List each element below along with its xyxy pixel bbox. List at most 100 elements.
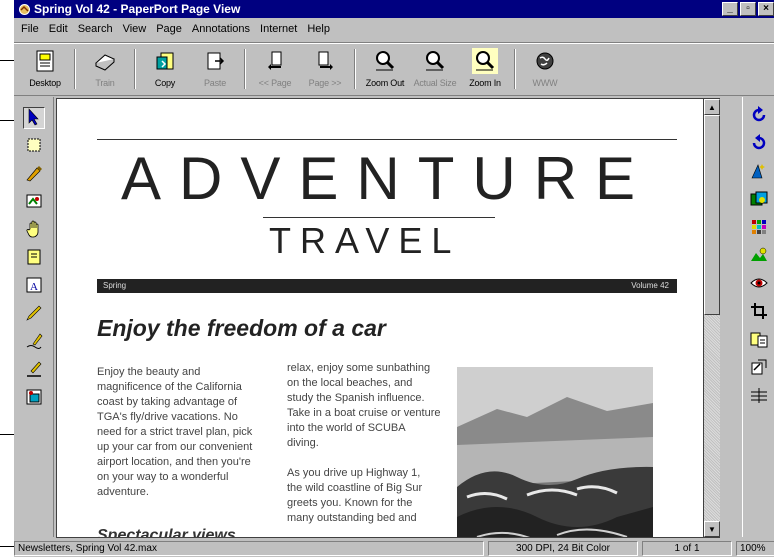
previous-page-button[interactable]: << Page (250, 43, 300, 95)
straighten-button[interactable] (747, 385, 771, 407)
article-subhead: Spectacular views (97, 527, 236, 538)
menu-view[interactable]: View (118, 23, 152, 35)
down-arrow-icon: ▼ (708, 524, 716, 534)
article-column-1: Enjoy the beauty and magnificence of the… (97, 366, 253, 498)
next-page-button[interactable]: Page >> (300, 43, 350, 95)
zoom-out-icon (372, 48, 398, 74)
issue-band: Spring Volume 42 (97, 279, 677, 293)
convert-button[interactable] (747, 357, 771, 379)
scroll-down-button[interactable]: ▼ (704, 521, 720, 537)
app-icon[interactable] (17, 2, 31, 16)
callout-leader-line (0, 546, 14, 547)
close-button[interactable]: × (758, 2, 774, 16)
next-page-label: Page >> (308, 78, 342, 88)
issue-season: Spring (103, 281, 127, 290)
copy-button[interactable]: Copy (140, 43, 190, 95)
rotate-clockwise-button[interactable] (747, 105, 771, 127)
www-label: WWW (532, 78, 558, 88)
menu-edit[interactable]: Edit (44, 23, 73, 35)
scroll-thumb[interactable] (704, 115, 720, 315)
copy-label: Copy (154, 78, 176, 88)
sharpen-button[interactable] (747, 161, 771, 183)
straight-line-tool[interactable] (23, 359, 45, 381)
status-zoom: 100% (736, 541, 774, 556)
issue-volume: Volume 42 (631, 281, 669, 290)
masthead-title: ADVENTURE (121, 145, 654, 212)
image-tool[interactable] (23, 191, 45, 213)
select-rectangle-tool[interactable] (23, 135, 45, 157)
title-bar: Spring Vol 42 - PaperPort Page View _ ▫ … (14, 0, 774, 18)
stamp-tool[interactable] (23, 387, 45, 409)
image-tool-icon (25, 192, 43, 213)
rotate-counterclockwise-button[interactable] (747, 133, 771, 155)
article-headline: Enjoy the freedom of a car (97, 315, 386, 341)
train-button[interactable]: Train (80, 43, 130, 95)
highlighter-tool[interactable] (23, 163, 45, 185)
copy-icon (152, 48, 178, 74)
scroll-up-button[interactable]: ▲ (704, 99, 720, 115)
globe-icon (532, 48, 558, 74)
zoom-in-button[interactable]: Zoom In (460, 43, 510, 95)
callout-leader-line (0, 120, 14, 121)
rotate-counterclockwise-icon (750, 133, 768, 155)
freehand-line-tool[interactable] (23, 331, 45, 353)
color-grid-button[interactable] (747, 217, 771, 239)
select-arrow-tool[interactable] (23, 107, 45, 129)
sharpen-icon (750, 162, 768, 183)
crop-icon (750, 302, 768, 323)
toolbar-separator (514, 49, 516, 89)
callout-leader-line (0, 434, 14, 435)
previous-page-label: << Page (258, 78, 292, 88)
image-tools-toolbar (742, 97, 774, 537)
top-rule (97, 139, 677, 140)
actual-size-button[interactable]: Actual Size (410, 43, 460, 95)
color-grid-icon (750, 218, 768, 239)
text-tool[interactable]: A (23, 275, 45, 297)
zoom-out-button[interactable]: Zoom Out (360, 43, 410, 95)
menu-annotations[interactable]: Annotations (187, 23, 255, 35)
stamp-icon (25, 388, 43, 409)
convert-icon (750, 358, 768, 379)
brightness-button[interactable] (747, 245, 771, 267)
minimize-button[interactable]: _ (722, 2, 738, 16)
status-bar: Newsletters, Spring Vol 42.max 300 DPI, … (14, 540, 774, 557)
select-arrow-icon (26, 107, 42, 129)
note-tool[interactable] (23, 247, 45, 269)
menu-page[interactable]: Page (151, 23, 187, 35)
crop-button[interactable] (747, 301, 771, 323)
svg-text:A: A (30, 281, 38, 293)
enhance-image-button[interactable] (747, 189, 771, 211)
red-eye-icon (750, 274, 768, 295)
masthead-subtitle: TRAVEL (269, 220, 461, 261)
note-icon (25, 248, 43, 269)
pen-tool[interactable] (23, 303, 45, 325)
previous-page-icon (262, 48, 288, 74)
zoom-in-icon (472, 48, 498, 74)
toolbar-separator (244, 49, 246, 89)
paste-icon (202, 48, 228, 74)
toolbar-separator (354, 49, 356, 89)
menu-search[interactable]: Search (73, 23, 118, 35)
menu-file[interactable]: File (16, 23, 44, 35)
grab-hand-tool[interactable] (23, 219, 45, 241)
restore-button[interactable]: ▫ (740, 2, 756, 16)
window-title: Spring Vol 42 - PaperPort Page View (34, 2, 241, 16)
document-page: ADVENTURE TRAVEL Spring Volume 42 Enjoy … (81, 103, 679, 538)
paste-button[interactable]: Paste (190, 43, 240, 95)
menu-internet[interactable]: Internet (255, 23, 302, 35)
text-tool-icon: A (25, 276, 43, 297)
article-column-2: relax, enjoy some sunbathing on the loca… (287, 362, 441, 524)
www-button[interactable]: WWW (520, 43, 570, 95)
next-page-icon (312, 48, 338, 74)
copy-to-page-button[interactable] (747, 329, 771, 351)
desktop-button[interactable]: Desktop (20, 43, 70, 95)
actual-size-label: Actual Size (413, 78, 457, 88)
page-view[interactable]: ADVENTURE TRAVEL Spring Volume 42 Enjoy … (56, 98, 704, 538)
status-filename: Newsletters, Spring Vol 42.max (14, 541, 484, 556)
straight-line-icon (25, 360, 43, 381)
callout-leader-line (0, 60, 14, 61)
red-eye-button[interactable] (747, 273, 771, 295)
vertical-scrollbar[interactable]: ▲ ▼ (704, 98, 720, 538)
train-label: Train (95, 78, 115, 88)
menu-help[interactable]: Help (302, 23, 335, 35)
